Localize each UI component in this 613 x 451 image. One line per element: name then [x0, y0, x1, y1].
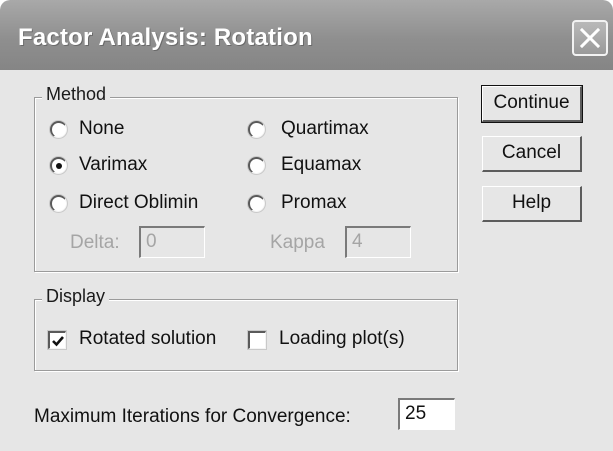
radio-direct-oblimin[interactable]: [50, 195, 67, 212]
radio-equamax[interactable]: [248, 157, 265, 174]
rotated-solution-label[interactable]: Rotated solution: [79, 328, 216, 350]
max-iterations-label: Maximum Iterations for Convergence:: [34, 406, 351, 427]
loading-plots-checkbox[interactable]: [248, 331, 266, 349]
checkmark-icon: [52, 336, 64, 347]
dialog-window: Factor Analysis: Rotation Method None Qu…: [0, 0, 613, 451]
continue-button[interactable]: Continue: [481, 85, 583, 123]
radio-quartimax[interactable]: [248, 121, 265, 138]
kappa-input[interactable]: 4: [345, 226, 411, 258]
radio-varimax-label[interactable]: Varimax: [79, 154, 147, 176]
dialog-title: Factor Analysis: Rotation: [18, 24, 313, 51]
kappa-label: Kappa: [270, 232, 325, 253]
rotated-solution-checkbox[interactable]: [48, 331, 66, 349]
cancel-button[interactable]: Cancel: [482, 136, 582, 172]
help-button[interactable]: Help: [482, 186, 582, 222]
radio-none[interactable]: [50, 121, 67, 138]
radio-varimax[interactable]: [50, 157, 67, 174]
close-button[interactable]: [572, 20, 608, 56]
delta-label: Delta:: [70, 232, 120, 253]
loading-plots-label[interactable]: Loading plot(s): [279, 328, 405, 350]
radio-none-label[interactable]: None: [79, 118, 124, 140]
max-iterations-input[interactable]: 25: [398, 398, 455, 430]
radio-promax[interactable]: [248, 195, 265, 212]
display-legend: Display: [42, 286, 110, 307]
title-bar[interactable]: Factor Analysis: Rotation: [0, 0, 613, 70]
radio-quartimax-label[interactable]: Quartimax: [281, 118, 369, 140]
method-legend: Method: [42, 84, 111, 105]
delta-input[interactable]: 0: [139, 226, 205, 258]
radio-dot: [56, 163, 62, 169]
radio-direct-oblimin-label[interactable]: Direct Oblimin: [79, 192, 198, 214]
radio-equamax-label[interactable]: Equamax: [281, 154, 361, 176]
radio-promax-label[interactable]: Promax: [281, 192, 346, 214]
